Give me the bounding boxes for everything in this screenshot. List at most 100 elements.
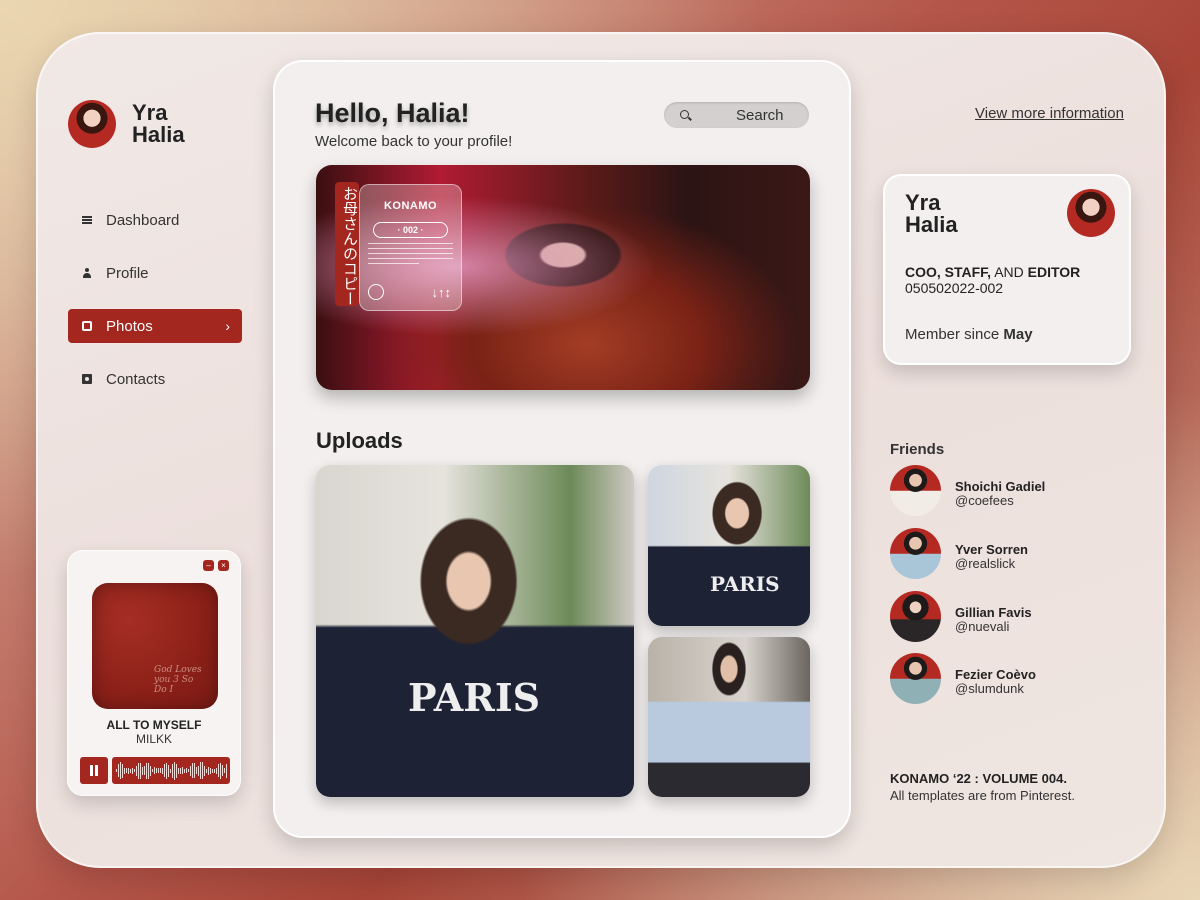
waveform-bar xyxy=(129,768,131,773)
sidebar-item-photos[interactable]: Photos › xyxy=(68,309,242,343)
avatar[interactable] xyxy=(1067,189,1115,237)
friend-item[interactable]: Shoichi Gadiel @coefees xyxy=(890,465,1130,517)
waveform-bar xyxy=(173,761,175,780)
upload-photo[interactable]: PARIS xyxy=(316,465,634,797)
friend-item[interactable]: Yver Sorren @realslick xyxy=(890,528,1130,580)
waveform-bar xyxy=(211,768,213,773)
waveform-bar xyxy=(221,765,223,776)
waveform-bar xyxy=(139,762,141,779)
upload-photo[interactable]: PARIS xyxy=(648,465,810,626)
track-artist: MILKK xyxy=(135,732,172,746)
profile-card-role: COO, STAFF, AND EDITOR xyxy=(905,264,1081,280)
waveform-bar xyxy=(123,767,125,774)
friend-handle: @coefees xyxy=(955,493,1014,508)
waveform-bar xyxy=(117,764,119,777)
track-title: ALL TO MYSELF xyxy=(106,718,202,732)
arrows-icon: ↓↑↕ xyxy=(431,285,452,300)
page-title: Hello, Halia! xyxy=(315,98,470,128)
waveform-bar xyxy=(137,762,139,779)
main-panel: Hello, Halia! Welcome back to your profi… xyxy=(273,60,851,838)
view-more-link[interactable]: View more information xyxy=(975,105,1124,122)
album-cover-scribble: God Loves you 3 So Do I xyxy=(154,665,202,695)
hero-banner[interactable]: お母さんのコピー KONAMO · 002 · ↓↑↕ xyxy=(316,165,810,390)
footer-subtitle: All templates are from Pinterest. xyxy=(890,788,1075,803)
search-input[interactable]: Search xyxy=(664,102,809,128)
sidebar-item-profile[interactable]: Profile xyxy=(68,256,242,290)
close-button[interactable]: × xyxy=(218,560,229,571)
waveform-bar xyxy=(217,764,219,777)
minimize-button[interactable]: – xyxy=(203,560,214,571)
search-placeholder: Search xyxy=(736,107,784,124)
waveform-bar xyxy=(159,768,161,773)
sidebar-profile[interactable]: Yra Halia xyxy=(68,100,202,148)
uploads-heading: Uploads xyxy=(316,428,403,453)
audio-waveform-scrubber[interactable] xyxy=(112,757,230,784)
waveform-bar xyxy=(145,762,147,779)
waveform-bar xyxy=(115,769,117,772)
waveform-bar xyxy=(121,763,123,778)
friend-name: Fezier Coèvo xyxy=(955,667,1036,682)
profile-card-name: Yra Halia xyxy=(905,190,958,237)
waveform-bar xyxy=(209,767,211,774)
welcome-subtitle: Welcome back to your profile! xyxy=(315,133,513,150)
sidebar-item-label: Profile xyxy=(106,264,149,282)
waveform-bar xyxy=(169,768,171,773)
friend-item[interactable]: Fezier Coèvo @slumdunk xyxy=(890,653,1130,705)
waveform-bar xyxy=(191,763,193,778)
waveform-bar xyxy=(225,763,227,778)
waveform-bar xyxy=(133,769,135,772)
waveform-bar xyxy=(199,762,201,779)
sidebar-item-contacts[interactable]: Contacts xyxy=(68,362,242,396)
waveform-bar xyxy=(219,762,221,779)
sidebar-user-name: Yra Halia xyxy=(132,100,185,147)
pause-button[interactable] xyxy=(80,757,108,784)
waveform-bar xyxy=(171,763,173,778)
avatar[interactable] xyxy=(68,100,116,148)
waveform-bar xyxy=(157,768,159,773)
waveform-bar xyxy=(147,762,149,779)
waveform-bar xyxy=(207,766,209,775)
album-cover: God Loves you 3 So Do I xyxy=(92,583,218,709)
waveform-bar xyxy=(119,762,121,779)
waveform-bar xyxy=(131,767,133,774)
waveform-bar xyxy=(189,765,191,776)
sidebar-item-label: Dashboard xyxy=(106,211,180,229)
friend-handle: @realslick xyxy=(955,556,1016,571)
hero-brand: KONAMO xyxy=(383,200,438,212)
upload-photo[interactable] xyxy=(648,637,810,797)
waveform-bar xyxy=(183,768,185,773)
search-icon xyxy=(680,110,689,119)
waveform-bar xyxy=(205,768,207,773)
friend-name: Shoichi Gadiel xyxy=(955,479,1046,494)
profile-card-id: 050502022-002 xyxy=(905,280,1004,296)
waveform-bar xyxy=(149,765,151,776)
avatar xyxy=(890,653,941,704)
waveform-bar xyxy=(215,767,217,774)
friend-handle: @nuevali xyxy=(955,619,1010,634)
chevron-right-icon: › xyxy=(225,318,230,334)
waveform-bar xyxy=(141,766,143,775)
waveform-bar xyxy=(135,765,137,776)
friend-name: Gillian Favis xyxy=(955,605,1032,620)
waveform-bar xyxy=(185,768,187,773)
avatar xyxy=(890,591,941,642)
waveform-bar xyxy=(125,768,127,773)
waveform-bar xyxy=(143,766,145,775)
waveform-bar xyxy=(197,765,199,776)
shirt-text: PARIS xyxy=(408,675,541,720)
waveform-bar xyxy=(201,762,203,779)
sidebar-nav: Dashboard Profile Photos › Contacts xyxy=(68,203,242,415)
waveform-bar xyxy=(167,764,169,777)
waveform-bar xyxy=(203,765,205,776)
friend-item[interactable]: Gillian Favis @nuevali xyxy=(890,591,1130,643)
waveform-bar xyxy=(213,768,215,773)
waveform-bar xyxy=(195,767,197,774)
waveform-bar xyxy=(127,767,129,774)
waveform-bar xyxy=(161,767,163,774)
friends-heading: Friends xyxy=(890,441,945,458)
waveform-bar xyxy=(155,768,157,773)
hero-vertical-tag: お母さんのコピー xyxy=(335,182,359,306)
waveform-bar xyxy=(177,767,179,774)
sidebar-item-dashboard[interactable]: Dashboard xyxy=(68,203,242,237)
hero-glass-card: KONAMO · 002 · ↓↑↕ xyxy=(359,184,462,311)
